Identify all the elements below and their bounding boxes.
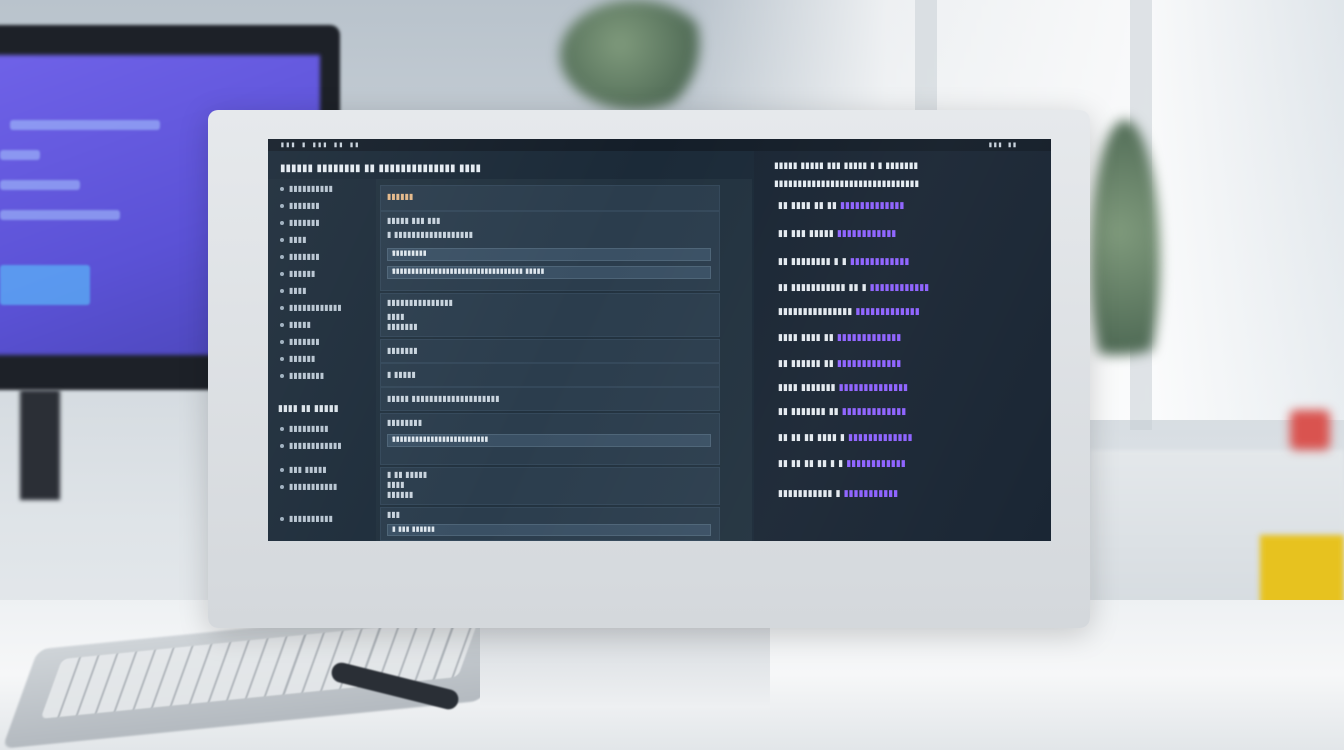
bullet-icon — [280, 516, 284, 521]
card-line: ▮ ▮▮▮▮▮▮▮▮▮▮▮▮▮▮▮▮▮▮ — [387, 230, 474, 239]
card-line: ▮ ▮▮ ▮▮▮▮▮ — [387, 470, 428, 479]
sidebar-item[interactable]: ▮▮▮▮ — [280, 286, 307, 295]
sidebar-item[interactable]: ▮▮▮▮▮▮ — [280, 354, 315, 363]
card: ▮▮▮ ▮ ▮▮▮ ▮▮▮▮▮▮ — [380, 507, 720, 541]
card-line: ▮▮▮ — [387, 510, 401, 519]
bullet-icon — [280, 443, 284, 448]
code-row: ▮▮▮▮▮▮▮▮▮▮▮▮▮▮▮ ▮▮▮▮▮▮▮▮▮▮▮▮▮ — [778, 307, 920, 317]
card: ▮▮▮▮▮▮▮▮ ▮▮▮▮▮▮▮▮▮▮▮▮▮▮▮▮▮▮▮▮▮▮▮▮▮ ▾ — [380, 413, 720, 465]
sidebar-item[interactable]: ▮▮▮▮▮▮▮ — [280, 252, 320, 261]
code-row: ▮▮ ▮▮ ▮▮ ▮▮ ▮ ▮ ▮▮▮▮▮▮▮▮▮▮▮▮ — [778, 459, 906, 469]
plant — [1090, 120, 1160, 400]
code-row: ▮▮ ▮▮▮ ▮▮▮▮▮ ▮▮▮▮▮▮▮▮▮▮▮▮ — [778, 229, 897, 239]
dropdown-field[interactable]: ▮▮▮▮▮▮▮▮▮▮▮▮▮▮▮▮▮▮▮▮▮▮▮▮▮ ▾ — [387, 434, 711, 447]
bullet-icon — [280, 186, 284, 191]
bullet-icon — [280, 373, 284, 378]
sidebar-item[interactable]: ▮▮▮▮▮▮▮▮▮ — [280, 424, 329, 433]
card-line: ▮▮▮▮ — [387, 312, 405, 321]
sidebar-item[interactable]: ▮▮▮▮▮▮ — [280, 269, 315, 278]
card-line: ▮▮▮▮ — [387, 480, 405, 489]
left-screen-block — [0, 265, 90, 305]
code-row: ▮▮▮▮▮▮▮▮▮▮▮ ▮ ▮▮▮▮▮▮▮▮▮▮▮ — [778, 489, 899, 499]
sidebar-item[interactable]: ▮▮▮▮▮▮▮▮▮▮▮▮ — [280, 441, 342, 450]
topbar-menu[interactable]: ▮▮▮ ▮ ▮▮▮ ▮▮ ▮▮ — [280, 140, 360, 149]
card-title: ▮▮▮▮▮▮ — [387, 192, 414, 201]
sidebar-item[interactable]: ▮▮▮▮▮▮▮ — [280, 201, 320, 210]
sidebar-section-heading: ▮▮▮▮ ▮▮ ▮▮▮▮▮ — [278, 404, 339, 414]
code-row: ▮▮ ▮▮▮▮▮▮ ▮▮ ▮▮▮▮▮▮▮▮▮▮▮▮▮ — [778, 359, 902, 369]
card-title: ▮▮▮▮▮▮▮▮ — [387, 418, 423, 427]
card: ▮▮▮▮▮▮ — [380, 185, 720, 211]
left-screen-bar — [0, 210, 120, 220]
right-pane-subheading: ▮▮▮▮▮▮▮▮▮▮▮▮▮▮▮▮▮▮▮▮▮▮▮▮▮▮▮▮▮▮▮ — [774, 179, 920, 189]
bullet-icon — [280, 220, 284, 225]
sidebar-item[interactable]: ▮▮▮▮▮▮▮▮▮▮▮ — [280, 482, 337, 491]
bullet-icon — [280, 322, 284, 327]
red-object — [1290, 410, 1330, 450]
sidebar-item[interactable]: ▮▮▮ ▮▮▮▮▮ — [280, 465, 327, 474]
card: ▮ ▮▮ ▮▮▮▮▮ ▮▮▮▮ ▮▮▮▮▮▮ — [380, 467, 720, 505]
bullet-icon — [280, 467, 284, 472]
code-row: ▮▮ ▮▮▮▮▮▮▮ ▮▮ ▮▮▮▮▮▮▮▮▮▮▮▮▮ — [778, 407, 907, 417]
plant — [560, 0, 710, 110]
bullet-icon — [280, 237, 284, 242]
card-line: ▮▮▮▮▮▮▮ — [387, 346, 418, 355]
sidebar-item[interactable]: ▮▮▮▮ — [280, 235, 307, 244]
sidebar-item[interactable]: ▮▮▮▮▮▮▮▮▮▮▮▮ — [280, 303, 342, 312]
dropdown-field[interactable]: ▮▮▮▮▮▮▮▮▮ ▾ — [387, 248, 711, 261]
bullet-icon — [280, 484, 284, 489]
code-row: ▮▮ ▮▮▮▮ ▮▮ ▮▮ ▮▮▮▮▮▮▮▮▮▮▮▮▮ — [778, 201, 905, 211]
card-line: ▮▮▮▮▮ ▮▮▮ ▮▮▮ — [387, 216, 441, 225]
sidebar-item[interactable]: ▮▮▮▮▮▮▮ — [280, 337, 320, 346]
sidebar-item[interactable]: ▮▮▮▮▮▮▮▮▮▮ — [280, 184, 333, 193]
app-title: ▮▮▮▮▮▮ ▮▮▮▮▮▮▮▮ ▮▮ ▮▮▮▮▮▮▮▮▮▮▮▮▮▮ ▮▮▮▮ — [280, 163, 482, 174]
sidebar-item[interactable]: ▮▮▮▮▮ — [280, 320, 311, 329]
main-pane: ▮▮▮▮▮▮ ▮▮▮▮▮ ▮▮▮ ▮▮▮ ▮ ▮▮▮▮▮▮▮▮▮▮▮▮▮▮▮▮▮… — [376, 179, 752, 541]
bullet-icon — [280, 305, 284, 310]
bullet-icon — [280, 356, 284, 361]
chevron-down-icon: ▾ — [392, 249, 396, 257]
chevron-down-icon: ▾ — [392, 435, 396, 443]
card[interactable]: ▮▮▮▮▮ ▮▮▮▮▮▮▮▮▮▮▮▮▮▮▮▮▮▮▮▮ — [380, 387, 720, 411]
right-pane: ▮▮▮▮▮ ▮▮▮▮▮ ▮▮▮ ▮▮▮▮▮ ▮ ▮ ▮▮▮▮▮▮▮ ▮▮▮▮▮▮… — [754, 151, 1051, 541]
code-row: ▮▮▮▮ ▮▮▮▮ ▮▮ ▮▮▮▮▮▮▮▮▮▮▮▮▮ — [778, 333, 902, 343]
monitor-stand — [480, 628, 770, 708]
bullet-icon — [280, 254, 284, 259]
card[interactable]: ▮ ▮▮▮▮▮ — [380, 363, 720, 387]
code-row: ▮▮▮▮ ▮▮▮▮▮▮▮ ▮▮▮▮▮▮▮▮▮▮▮▮▮▮ — [778, 383, 909, 393]
monitor-screen: ▮▮▮ ▮ ▮▮▮ ▮▮ ▮▮ ▮▮▮ ▮▮ ▮▮▮▮▮▮ ▮▮▮▮▮▮▮▮ ▮… — [268, 139, 1051, 541]
code-row: ▮▮ ▮▮▮▮▮▮▮▮ ▮ ▮ ▮▮▮▮▮▮▮▮▮▮▮▮ — [778, 257, 910, 267]
code-row: ▮▮ ▮▮ ▮▮ ▮▮▮▮ ▮ ▮▮▮▮▮▮▮▮▮▮▮▮▮ — [778, 433, 913, 443]
card-line: ▮▮▮▮▮▮ — [387, 490, 414, 499]
sidebar-item[interactable]: ▮▮▮▮▮▮▮ — [280, 218, 320, 227]
card-title: ▮▮▮▮▮▮▮▮▮▮▮▮▮▮▮ — [387, 298, 454, 307]
card-line: ▮▮▮▮▮▮▮ — [387, 322, 418, 331]
card: ▮▮▮▮▮▮▮▮▮▮▮▮▮▮▮ ▮▮▮▮ ▮▮▮▮▮▮▮ — [380, 293, 720, 337]
bullet-icon — [280, 271, 284, 276]
card[interactable]: ▮▮▮▮▮▮▮ — [380, 339, 720, 363]
right-pane-heading: ▮▮▮▮▮ ▮▮▮▮▮ ▮▮▮ ▮▮▮▮▮ ▮ ▮ ▮▮▮▮▮▮▮ — [774, 161, 919, 171]
text-field[interactable]: ▮ ▮▮▮ ▮▮▮▮▮▮ — [387, 524, 711, 536]
dropdown-field[interactable]: ▮▮▮▮▮▮▮▮▮▮▮▮▮▮▮▮▮▮▮▮▮▮▮▮▮▮▮▮▮▮▮▮▮▮ ▮▮▮▮▮… — [387, 266, 711, 279]
left-screen-bar — [0, 180, 80, 190]
bullet-icon — [280, 203, 284, 208]
card: ▮▮▮▮▮ ▮▮▮ ▮▮▮ ▮ ▮▮▮▮▮▮▮▮▮▮▮▮▮▮▮▮▮▮ ▮▮▮▮▮… — [380, 211, 720, 291]
sidebar: ▮▮▮▮▮▮▮▮▮▮ ▮▮▮▮▮▮▮ ▮▮▮▮▮▮▮ ▮▮▮▮ ▮▮▮▮ ▮▮▮ … — [268, 179, 376, 541]
sidebar-item[interactable]: ▮▮▮▮▮▮▮▮▮▮ — [280, 514, 333, 523]
code-row: ▮▮ ▮▮▮▮▮▮▮▮▮▮▮ ▮▮ ▮ ▮▮▮▮▮▮▮▮▮▮▮▮ — [778, 283, 930, 293]
bullet-icon — [280, 288, 284, 293]
left-monitor-stand — [20, 390, 60, 500]
chevron-down-icon: ▾ — [392, 267, 396, 275]
topbar-status: ▮▮▮ ▮▮ — [988, 140, 1017, 149]
bullet-icon — [280, 426, 284, 431]
left-screen-bar — [0, 150, 40, 160]
left-screen-bar — [10, 120, 160, 130]
card-line: ▮▮▮▮▮ ▮▮▮▮▮▮▮▮▮▮▮▮▮▮▮▮▮▮▮▮ — [387, 394, 500, 403]
card-line: ▮ ▮▮▮▮▮ — [387, 370, 416, 379]
sidebar-item[interactable]: ▮▮▮▮▮▮▮▮ — [280, 371, 324, 380]
bullet-icon — [280, 339, 284, 344]
screen-topbar: ▮▮▮ ▮ ▮▮▮ ▮▮ ▮▮ ▮▮▮ ▮▮ — [268, 139, 1051, 151]
